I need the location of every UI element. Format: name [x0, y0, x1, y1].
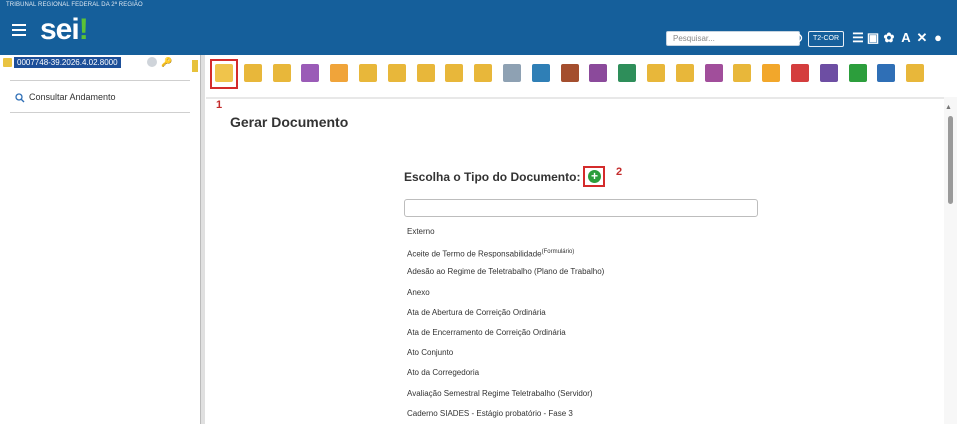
document-type-item[interactable]: Externo [407, 222, 604, 242]
cycle-icon[interactable] [147, 57, 157, 67]
document-type-filter[interactable] [404, 199, 758, 217]
expand-types-icon[interactable]: + [588, 170, 601, 183]
document-type-item[interactable]: Ata de Abertura de Correição Ordinária [407, 303, 604, 323]
tools-icon[interactable]: ✕ [915, 30, 929, 46]
folder-settings-icon[interactable] [272, 64, 291, 82]
folder-pause-icon[interactable] [675, 64, 694, 82]
calendar-icon[interactable]: ▣ [866, 30, 880, 46]
page-title: Gerar Documento [230, 114, 349, 130]
briefcase-icon[interactable] [560, 64, 579, 82]
process-tree-panel [0, 55, 200, 424]
map-icon[interactable] [618, 64, 637, 82]
consult-andamento-link[interactable]: Consultar Andamento [15, 92, 116, 103]
folder-open-icon[interactable] [474, 64, 493, 82]
panel-handle[interactable] [192, 60, 198, 72]
list-icon[interactable]: ☰ [851, 30, 865, 46]
search-icon [15, 92, 25, 103]
panel-divider[interactable] [200, 55, 205, 424]
document-type-item[interactable]: Ato da Corregedoria [407, 363, 604, 383]
clock-icon[interactable] [848, 64, 867, 82]
gear-icon[interactable]: ✿ [882, 30, 896, 46]
folder-search-icon[interactable] [906, 64, 925, 82]
choose-type-label: Escolha o Tipo do Documento: [404, 170, 581, 184]
sei-logo[interactable]: sei! [40, 13, 89, 47]
divider [10, 80, 190, 81]
document-type-item[interactable]: Ata de Encerramento de Correição Ordinár… [407, 323, 604, 343]
folder-close-icon[interactable] [733, 64, 752, 82]
folder-info-icon[interactable] [387, 64, 406, 82]
key-icon[interactable]: 🔑 [161, 57, 172, 68]
step-marker-2: 2 [616, 166, 623, 178]
document-type-item[interactable]: Adesão ao Regime de Teletrabalho (Plano … [407, 262, 604, 282]
link-icon[interactable] [704, 64, 723, 82]
consult-andamento-label: Consultar Andamento [29, 92, 116, 102]
folder-users-icon[interactable] [416, 64, 435, 82]
search-input[interactable]: Pesquisar... [666, 31, 800, 46]
comment-icon[interactable] [762, 64, 781, 82]
scroll-up-icon[interactable]: ▲ [945, 104, 952, 111]
trash-icon[interactable] [791, 64, 809, 82]
document-type-list: Externo Aceite de Termo de Responsabilida… [407, 222, 604, 424]
step-marker-1: 1 [216, 99, 223, 111]
thumbs-up-icon[interactable] [330, 64, 349, 82]
folder-arrow-icon[interactable] [359, 64, 377, 82]
scrollbar-thumb[interactable] [948, 116, 953, 204]
sync-icon[interactable] [531, 64, 550, 82]
user-icon[interactable]: ● [931, 30, 945, 46]
font-icon[interactable]: A [899, 30, 913, 46]
document-type-item[interactable]: Caderno SIADES - Estágio probatório - Fa… [407, 404, 604, 424]
menu-icon[interactable] [12, 24, 26, 37]
folder-refresh-icon[interactable] [243, 64, 262, 82]
process-folder-icon [3, 58, 12, 67]
mail-icon[interactable] [503, 64, 521, 82]
document-type-item[interactable]: Anexo [407, 283, 604, 303]
folder-star-icon[interactable] [445, 64, 464, 82]
document-list-icon[interactable] [647, 64, 665, 82]
process-number-link[interactable]: 0007748-39.2026.4.02.8000 [14, 57, 121, 68]
document-type-item[interactable]: Avaliação Semestral Regime Teletrabalho … [407, 384, 604, 404]
list-lines-icon[interactable] [877, 64, 896, 82]
eye-icon[interactable] [301, 64, 320, 82]
highlight-new-document [210, 59, 238, 89]
unit-selector[interactable]: T2-COR [808, 31, 845, 47]
document-type-item[interactable]: Aceite de Termo de Responsabilidade(Form… [407, 242, 604, 262]
tag-icon[interactable] [819, 64, 838, 82]
grid-icon[interactable] [589, 64, 608, 82]
document-type-item[interactable]: Ato Conjunto [407, 343, 604, 363]
divider [10, 112, 190, 113]
search-icon[interactable] [790, 32, 804, 46]
org-name: TRIBUNAL REGIONAL FEDERAL DA 2ª REGIÃO [6, 2, 143, 8]
